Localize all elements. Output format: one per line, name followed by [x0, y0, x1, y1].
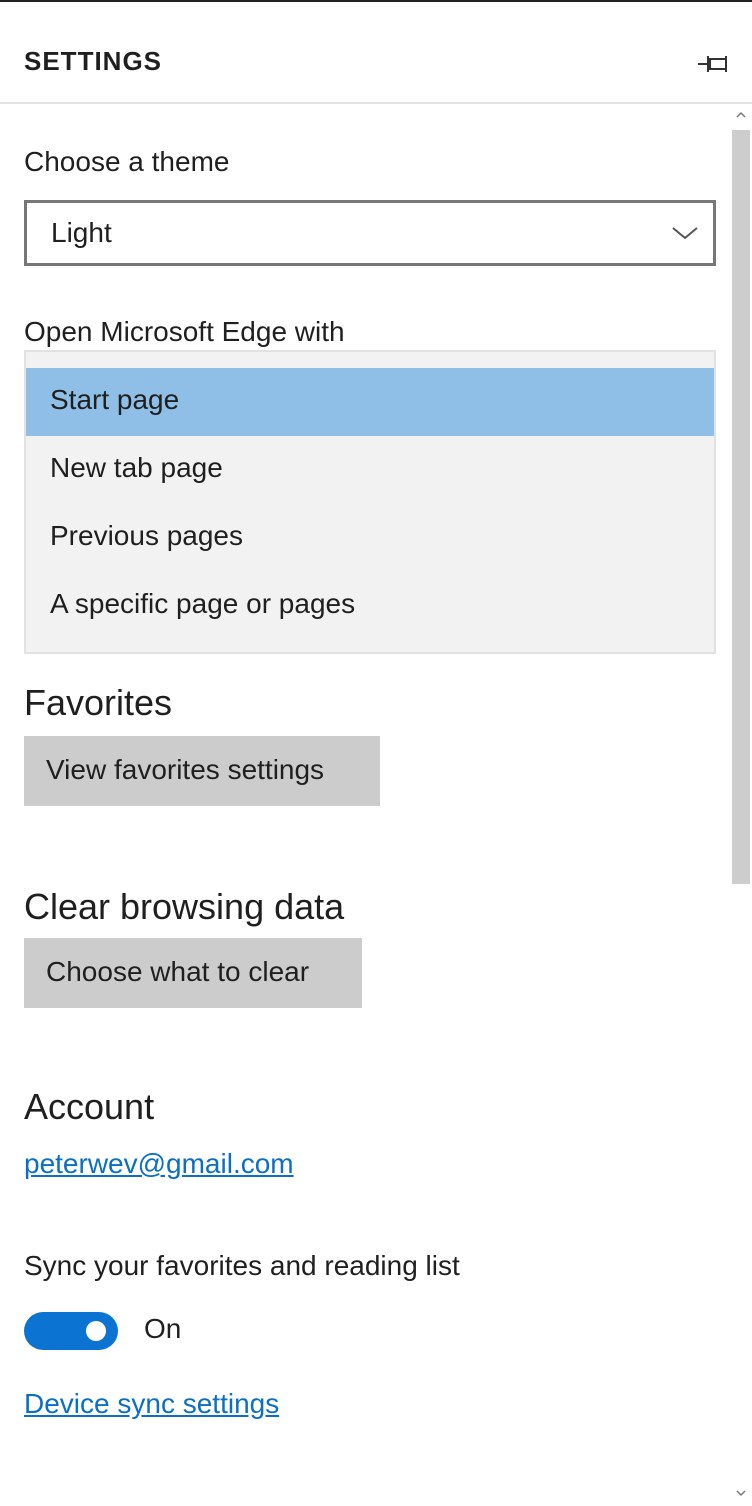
view-favorites-settings-button[interactable]: View favorites settings — [24, 736, 380, 806]
toggle-knob — [86, 1321, 106, 1341]
theme-select[interactable]: Light — [24, 200, 716, 266]
scroll-down-arrow-icon[interactable] — [734, 1486, 748, 1500]
sync-toggle-state: On — [144, 1313, 182, 1344]
account-heading: Account — [24, 1086, 155, 1127]
theme-select-value: Light — [51, 217, 112, 248]
open-with-label: Open Microsoft Edge with — [24, 316, 345, 347]
option-new-tab-page[interactable]: New tab page — [26, 436, 714, 504]
theme-label: Choose a theme — [24, 146, 230, 177]
button-label: Choose what to clear — [46, 956, 310, 987]
settings-header: SETTINGS — [0, 2, 752, 104]
account-email-link[interactable]: peterwev@gmail.com — [24, 1148, 294, 1180]
option-label: Previous pages — [50, 520, 244, 551]
sync-label: Sync your favorites and reading list — [24, 1250, 460, 1281]
vertical-scrollbar[interactable] — [730, 106, 752, 1506]
option-label: New tab page — [50, 452, 223, 483]
open-with-listbox[interactable]: Start page New tab page Previous pages A… — [24, 350, 716, 654]
option-label: Start page — [50, 384, 180, 415]
pin-icon[interactable] — [694, 50, 734, 78]
option-previous-pages[interactable]: Previous pages — [26, 504, 714, 572]
chevron-down-icon — [672, 227, 698, 240]
button-label: View favorites settings — [46, 754, 325, 785]
sync-toggle[interactable] — [24, 1312, 118, 1350]
clear-browsing-data-heading: Clear browsing data — [24, 886, 345, 927]
page-title: SETTINGS — [24, 46, 163, 76]
choose-what-to-clear-button[interactable]: Choose what to clear — [24, 938, 362, 1008]
scroll-up-arrow-icon[interactable] — [734, 108, 748, 122]
device-sync-settings-link[interactable]: Device sync settings — [24, 1388, 279, 1420]
option-specific-pages[interactable]: A specific page or pages — [26, 572, 714, 640]
option-label: A specific page or pages — [50, 588, 356, 619]
favorites-heading: Favorites — [24, 682, 173, 723]
scrollbar-thumb[interactable] — [732, 130, 750, 884]
option-start-page[interactable]: Start page — [26, 368, 714, 436]
settings-content: Choose a theme Light Open Microsoft Edge… — [0, 106, 752, 1506]
